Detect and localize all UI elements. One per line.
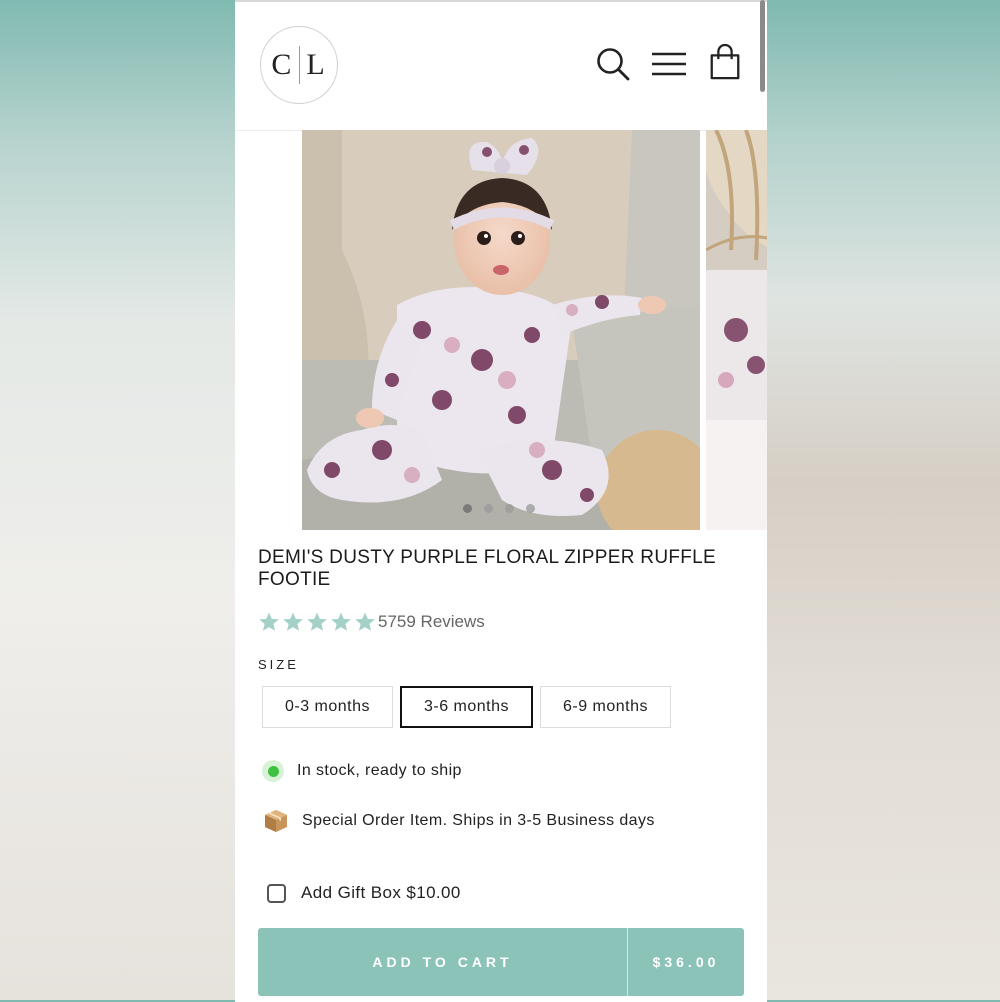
star-icon — [283, 612, 303, 631]
star-icon — [259, 612, 279, 631]
size-label: SIZE — [258, 657, 299, 672]
in-stock-indicator-icon — [262, 760, 284, 782]
size-option-0-3-months[interactable]: 0-3 months — [262, 686, 393, 728]
size-option-3-6-months[interactable]: 3-6 months — [400, 686, 533, 728]
store-logo[interactable]: C L — [260, 26, 338, 104]
page-scrollbar[interactable] — [760, 0, 765, 92]
special-order-note: Special Order Item. Ships in 3-5 Busines… — [263, 808, 655, 834]
product-rating[interactable]: 5759 Reviews — [258, 611, 485, 633]
reviews-count[interactable]: 5759 Reviews — [378, 612, 485, 632]
stock-status: In stock, ready to ship — [262, 760, 462, 782]
star-icon — [355, 612, 375, 631]
gallery-pagination — [463, 504, 535, 513]
gift-box-checkbox[interactable] — [267, 883, 286, 903]
product-gallery[interactable] — [235, 130, 767, 530]
pagination-dot[interactable] — [526, 504, 535, 513]
menu-icon[interactable] — [651, 46, 687, 82]
site-header: C L — [235, 2, 767, 131]
add-to-cart-button[interactable]: ADD TO CART $36.00 — [258, 928, 744, 996]
background-right — [767, 0, 1000, 1000]
stock-text: In stock, ready to ship — [297, 762, 462, 779]
add-to-cart-label: ADD TO CART — [372, 954, 513, 970]
logo-letter-right: L — [306, 48, 327, 81]
baby-photo-illustration — [302, 130, 700, 530]
cart-icon[interactable] — [707, 44, 743, 80]
gift-box-option[interactable]: Add Gift Box $10.00 — [267, 883, 461, 903]
special-order-text: Special Order Item. Ships in 3-5 Busines… — [302, 812, 655, 829]
product-photo-next[interactable] — [706, 130, 767, 530]
search-icon[interactable] — [595, 46, 631, 82]
product-photo-main[interactable] — [302, 130, 700, 530]
gift-box-label[interactable]: Add Gift Box $10.00 — [301, 883, 461, 903]
pagination-dot[interactable] — [505, 504, 514, 513]
logo-divider — [299, 46, 301, 84]
size-option-6-9-months[interactable]: 6-9 months — [540, 686, 671, 728]
price-label: $36.00 — [652, 954, 720, 970]
mobile-page: C L DEMI'S DUSTY PURPLE FLORAL ZIPPER RU… — [235, 0, 767, 1002]
pagination-dot[interactable] — [484, 504, 493, 513]
star-icon — [307, 612, 327, 631]
product-title: DEMI'S DUSTY PURPLE FLORAL ZIPPER RUFFLE… — [258, 547, 716, 590]
pagination-dot[interactable] — [463, 504, 472, 513]
next-photo-illustration — [706, 130, 767, 530]
star-icon — [331, 612, 351, 631]
package-icon — [265, 810, 287, 832]
background-left — [0, 0, 235, 1000]
logo-letter-left: C — [271, 48, 294, 81]
